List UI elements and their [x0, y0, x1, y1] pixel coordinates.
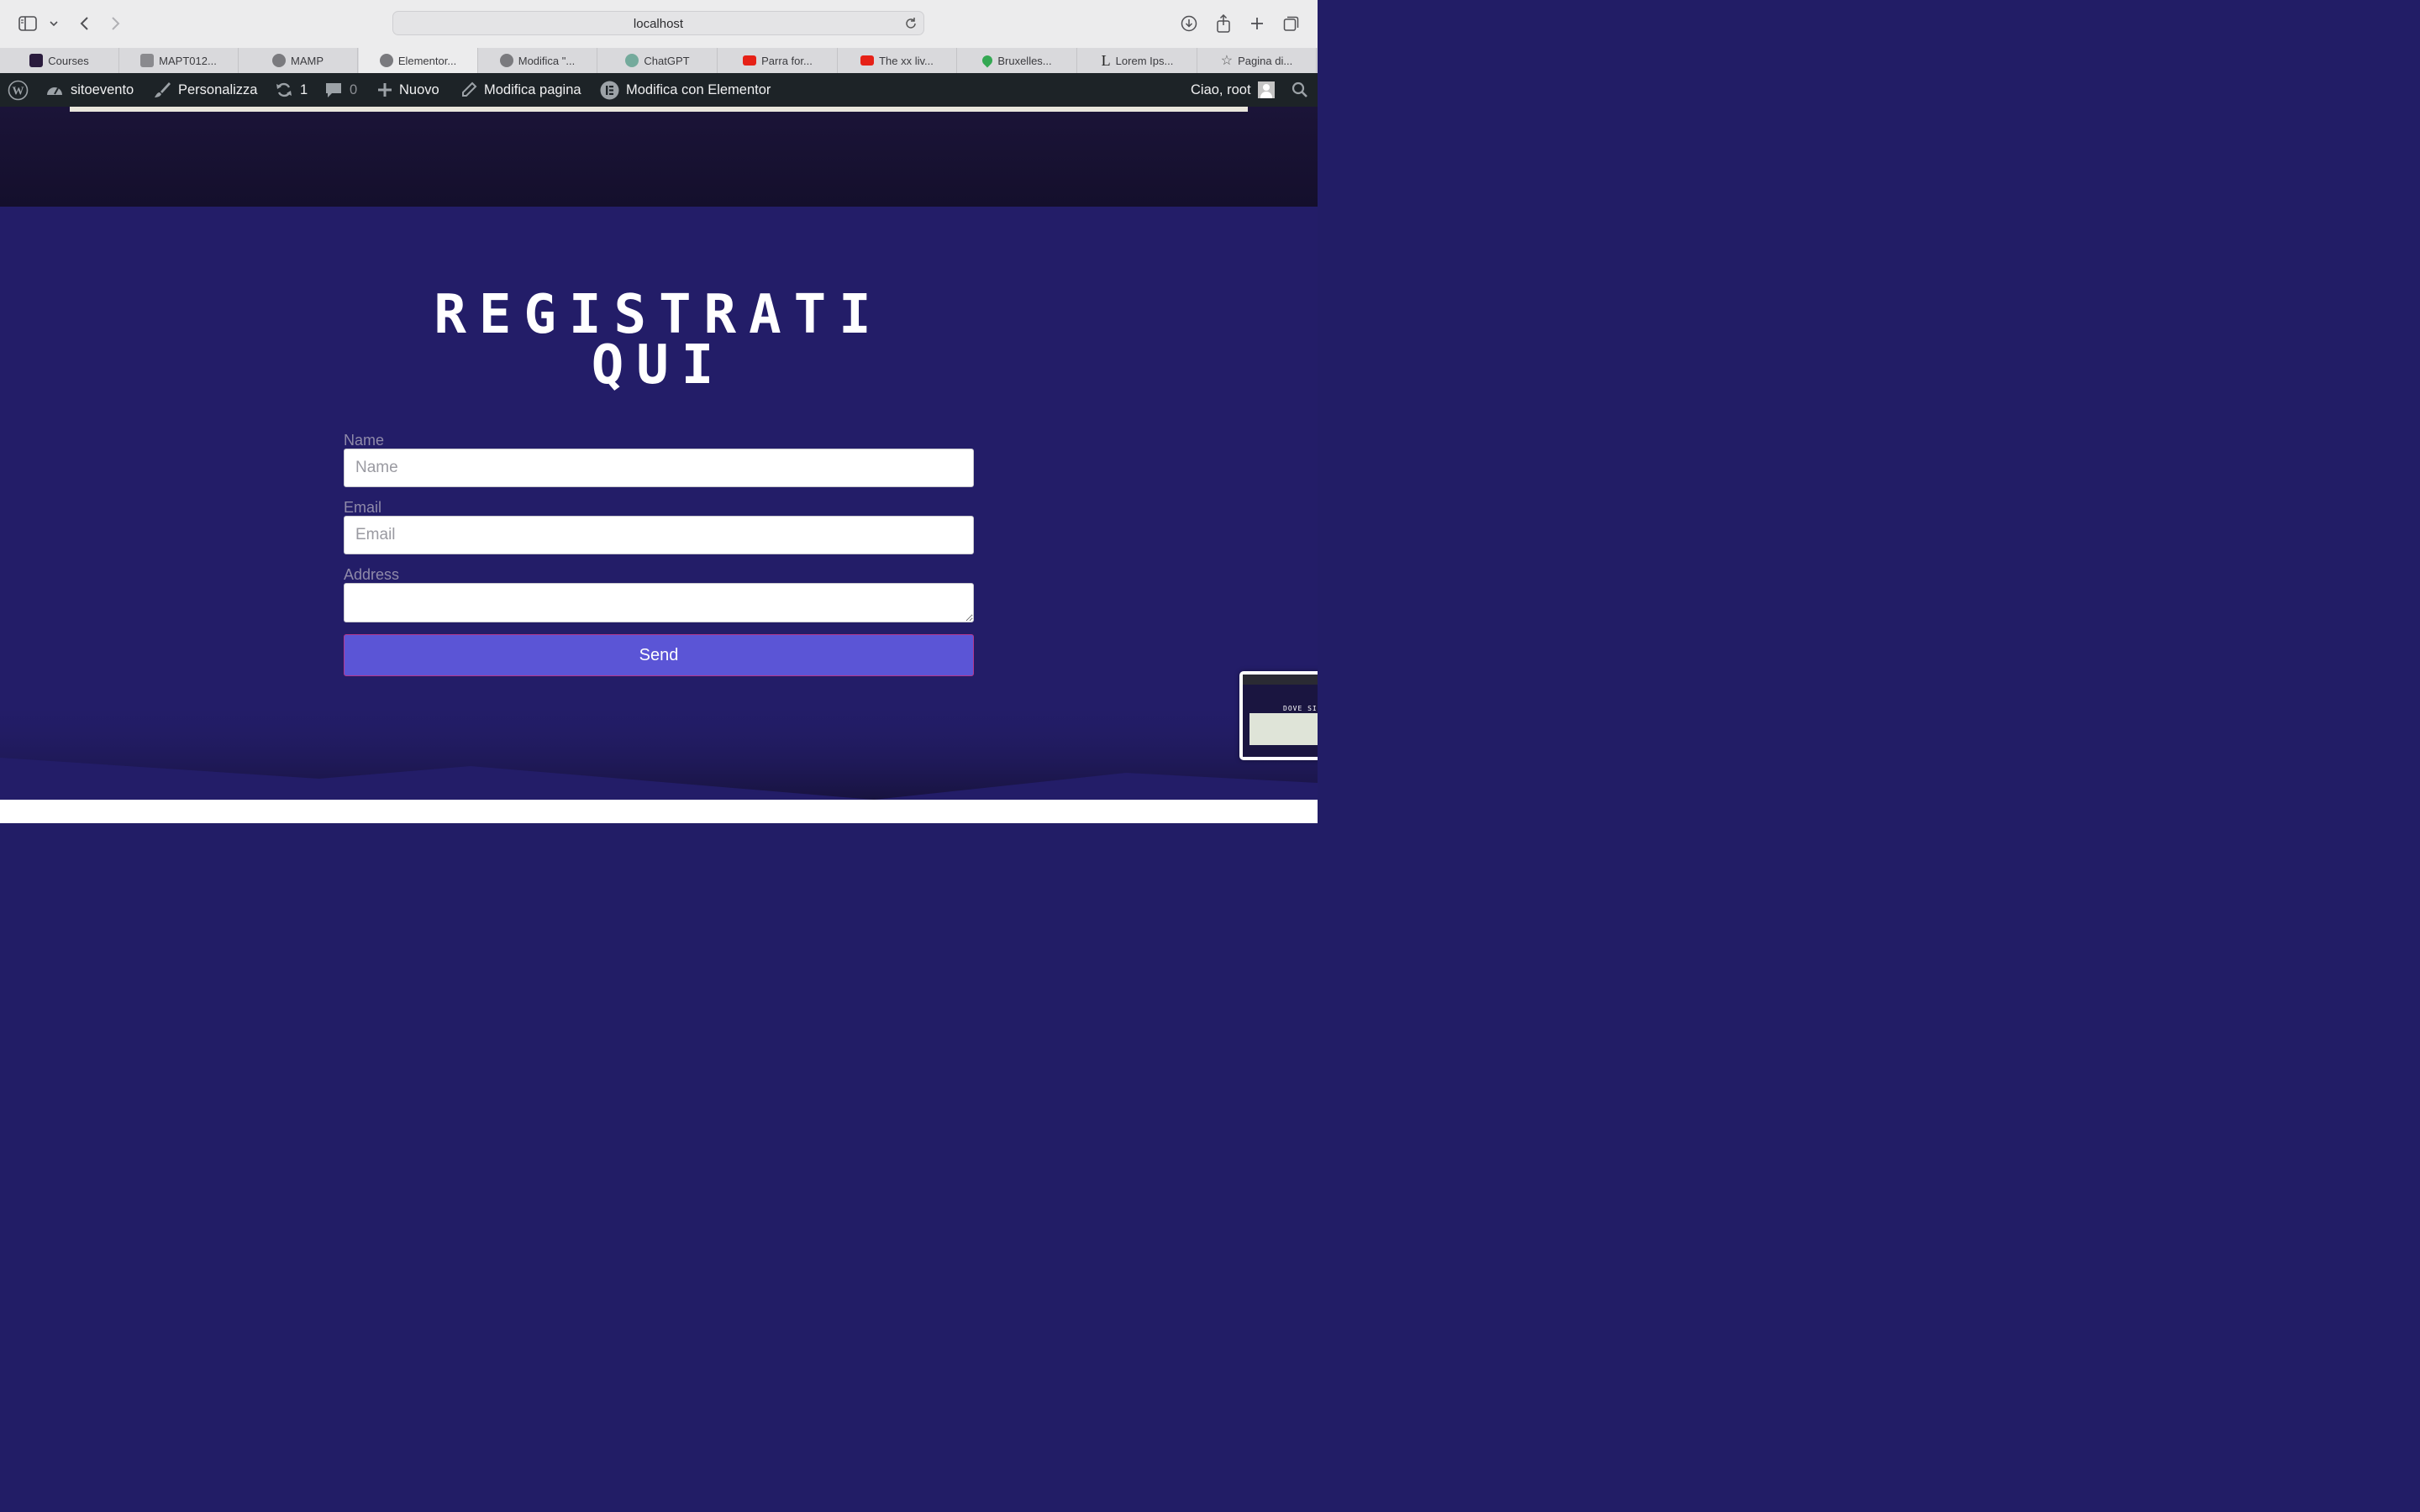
updates-link[interactable]: 1 [275, 73, 308, 107]
tab-overview-icon[interactable] [1281, 13, 1302, 34]
pencil-icon [462, 81, 477, 97]
thumbnail-preview-text: DOVE SI [1283, 705, 1318, 712]
maps-pin-icon [980, 53, 995, 68]
section-title: REGISTRATI [434, 284, 884, 346]
tab-elementor[interactable]: Elementor... [359, 48, 478, 73]
forward-icon[interactable] [106, 13, 126, 34]
tab-the-xx[interactable]: The xx liv... [838, 48, 957, 73]
chatgpt-favicon-icon [625, 54, 639, 67]
tab-mapt[interactable]: MAPT012... [119, 48, 239, 73]
name-input[interactable] [344, 449, 974, 487]
address-textarea[interactable] [344, 583, 974, 622]
courses-favicon-icon [29, 54, 44, 67]
thumbnail-map [1249, 713, 1318, 745]
brush-icon [155, 82, 171, 97]
star-icon: ☆ [1220, 54, 1234, 68]
email-label: Email [344, 499, 382, 516]
new-content-link[interactable]: Nuovo [377, 73, 439, 107]
tab-parra[interactable]: Parra for... [718, 48, 838, 73]
screenshot-thumbnail[interactable]: DOVE SI [1239, 671, 1318, 760]
registration-section: REGISTRATI QUI Name Email Address Send D… [0, 207, 1318, 800]
comment-icon [326, 83, 341, 97]
edit-with-elementor-link[interactable]: Modifica con Elementor [600, 73, 771, 107]
wordpress-logo-icon[interactable]: W [8, 73, 29, 107]
map-embed-edge[interactable] [70, 107, 1248, 112]
tab-lorem[interactable]: L Lorem Ips... [1078, 48, 1197, 73]
email-input[interactable] [344, 516, 974, 554]
lorem-favicon-icon: L [1101, 51, 1111, 69]
page-footer [0, 800, 1318, 823]
youtube-favicon-icon [860, 55, 875, 66]
avatar [1257, 81, 1275, 98]
share-icon[interactable] [1213, 13, 1234, 34]
section-bottom-divider [0, 699, 1318, 800]
updates-icon [276, 82, 292, 97]
section-title-line2: QUI [591, 334, 727, 396]
tab-chatgpt[interactable]: ChatGPT [598, 48, 718, 73]
address-bar[interactable]: localhost [392, 11, 924, 35]
plus-icon [378, 83, 392, 97]
search-icon[interactable] [1292, 73, 1308, 107]
customize-link[interactable]: Personalizza [153, 73, 257, 107]
dashboard-icon [47, 87, 62, 95]
tab-pagina[interactable]: ☆ Pagina di... [1197, 48, 1317, 73]
tab-courses[interactable]: Courses [0, 48, 119, 73]
back-icon[interactable] [74, 13, 94, 34]
send-button[interactable]: Send [344, 634, 974, 676]
elementor-icon [600, 81, 619, 99]
new-tab-icon[interactable] [1247, 13, 1267, 34]
edit-page-link[interactable]: Modifica pagina [460, 73, 581, 107]
browser-toolbar: localhost [0, 0, 1318, 49]
url-text: localhost [633, 17, 684, 31]
tab-bar: Courses MAPT012... MAMP Elementor... Mod… [0, 48, 1318, 73]
reload-icon[interactable] [903, 16, 918, 31]
previous-section-background [0, 107, 1318, 207]
address-label: Address [344, 566, 400, 583]
wp-admin-bar: W sitoevento Personalizza 1 0 Nuovo Modi… [0, 73, 1318, 107]
site-name-link[interactable]: sitoevento [45, 73, 134, 107]
sidebar-toggle-icon[interactable] [18, 13, 38, 34]
name-label: Name [344, 432, 385, 449]
downloads-icon[interactable] [1179, 13, 1199, 34]
wordpress-favicon-icon [140, 54, 155, 67]
tab-mamp[interactable]: MAMP [239, 48, 358, 73]
chevron-down-icon[interactable] [44, 13, 64, 34]
mamp-favicon-icon [499, 54, 513, 67]
comments-link[interactable]: 0 [324, 73, 357, 107]
youtube-favicon-icon [743, 55, 757, 66]
svg-text:W: W [13, 85, 24, 97]
mamp-favicon-icon [379, 54, 393, 67]
account-menu[interactable]: Ciao, root [1191, 73, 1275, 107]
tab-bruxelles[interactable]: Bruxelles... [958, 48, 1077, 73]
tab-modifica[interactable]: Modifica "... [478, 48, 597, 73]
mamp-favicon-icon [272, 54, 286, 67]
